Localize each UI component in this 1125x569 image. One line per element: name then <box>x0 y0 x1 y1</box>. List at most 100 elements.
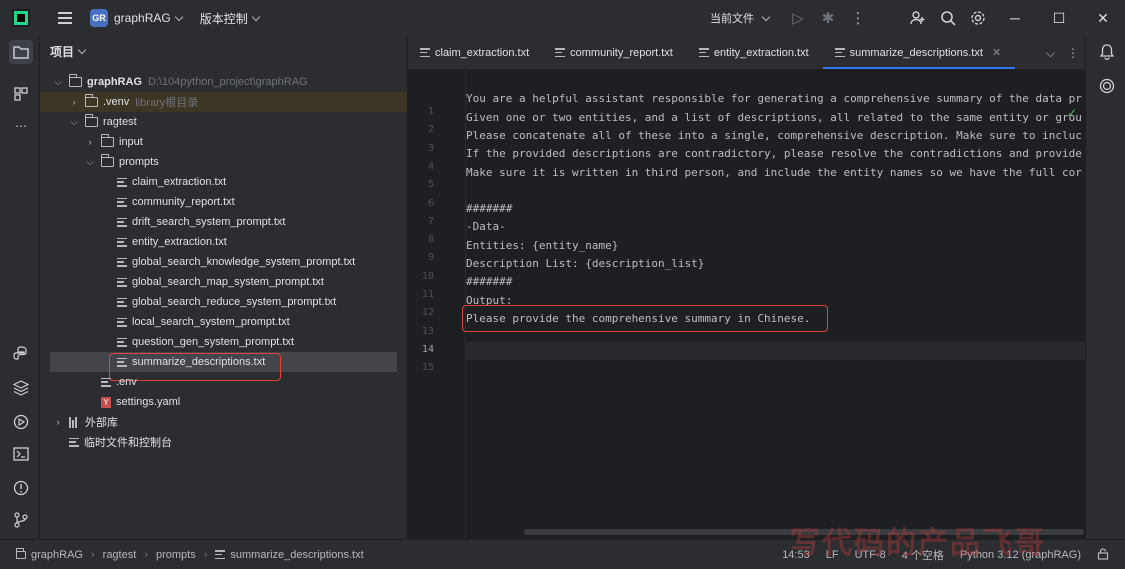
tree-item-label: 外部库 <box>85 417 118 429</box>
library-icon <box>69 416 80 428</box>
tab-claim-extraction[interactable]: claim_extraction.txt <box>408 36 543 69</box>
tree-item-file[interactable]: claim_extraction.txt <box>40 172 407 192</box>
chevron-down-icon[interactable] <box>251 12 260 21</box>
tree-item-file[interactable]: global_search_reduce_system_prompt.txt <box>40 292 407 312</box>
tabs-more-icon[interactable]: ⋮ <box>1067 46 1079 60</box>
chevron-down-icon[interactable] <box>761 12 771 21</box>
run-config-selector[interactable]: 当前文件 <box>710 10 754 26</box>
code-line[interactable]: Entities: {entity_name} <box>466 237 618 255</box>
line-number: 8 <box>427 234 434 246</box>
code-line[interactable]: You are a helpful assistant responsible … <box>466 90 1082 108</box>
project-badge[interactable]: GR <box>90 9 108 27</box>
tab-summarize-descriptions[interactable]: summarize_descriptions.txt ✕ <box>822 36 1016 69</box>
tree-item-settings-yaml[interactable]: Y settings.yaml <box>40 392 407 412</box>
text-file-icon <box>555 48 566 57</box>
tree-item-file[interactable]: community_report.txt <box>40 192 407 212</box>
main-menu-icon[interactable] <box>58 12 72 24</box>
vcs-menu[interactable]: 版本控制 <box>200 10 248 27</box>
tab-entity-extraction[interactable]: entity_extraction.txt <box>687 36 823 69</box>
folder-icon <box>68 74 82 87</box>
indent-setting[interactable]: 4 个空格 <box>902 547 944 563</box>
code-line[interactable]: ####### <box>466 273 512 291</box>
tree-item-ragtest[interactable]: ⌵ ragtest <box>40 112 407 132</box>
code-line[interactable]: If the provided descriptions are contrad… <box>466 145 1082 163</box>
tree-item-external-libraries[interactable]: › 外部库 <box>40 412 407 432</box>
tree-item-input[interactable]: › input <box>40 132 407 152</box>
tree-item-scratches[interactable]: 临时文件和控制台 <box>40 432 407 452</box>
close-tab-icon[interactable]: ✕ <box>992 46 1001 59</box>
breadcrumb-item[interactable]: ragtest <box>103 549 137 561</box>
folder-icon <box>100 134 114 147</box>
code-line[interactable]: Please concatenate all of these into a s… <box>466 127 1082 145</box>
scratches-icon <box>69 437 79 447</box>
code-line[interactable]: Description List: {description_list} <box>466 255 704 273</box>
project-tool-icon[interactable] <box>9 40 33 64</box>
tree-item-file[interactable]: global_search_map_system_prompt.txt <box>40 272 407 292</box>
project-panel-title[interactable]: 项目 <box>50 43 74 60</box>
chevron-right-icon[interactable]: › <box>85 137 95 147</box>
tree-item-file[interactable]: entity_extraction.txt <box>40 232 407 252</box>
chevron-down-icon[interactable]: ⌵ <box>85 157 95 167</box>
breadcrumb-separator: › <box>203 548 208 561</box>
notifications-bell-icon[interactable] <box>1095 40 1119 64</box>
highlight-box <box>462 305 828 332</box>
close-window-button[interactable]: ✕ <box>1081 0 1125 36</box>
text-file-icon <box>215 550 226 559</box>
tabs-dropdown-icon[interactable]: ⌵ <box>1046 46 1055 61</box>
structure-tool-icon[interactable] <box>9 82 33 106</box>
add-user-icon[interactable] <box>903 0 933 36</box>
search-icon[interactable] <box>933 0 963 36</box>
tree-item-label: graphRAG <box>87 76 142 88</box>
debug-icon[interactable]: ✱ <box>813 0 843 36</box>
code-line[interactable]: ####### <box>466 200 512 218</box>
more-tools-icon[interactable]: ⋯ <box>9 114 33 138</box>
breadcrumb-item[interactable]: graphRAG <box>15 547 83 561</box>
status-bar: graphRAG › ragtest › prompts › summarize… <box>0 539 1125 569</box>
breadcrumb-item[interactable]: prompts <box>156 549 196 561</box>
minimize-button[interactable]: ─ <box>993 0 1037 36</box>
terminal-icon[interactable] <box>9 442 33 466</box>
maximize-button[interactable]: ☐ <box>1037 0 1081 36</box>
chevron-right-icon[interactable]: › <box>53 417 63 427</box>
chevron-down-icon[interactable]: ⌵ <box>69 117 79 127</box>
tree-item-file[interactable]: local_search_system_prompt.txt <box>40 312 407 332</box>
project-name[interactable]: graphRAG <box>114 11 171 25</box>
run-icon[interactable]: ▷ <box>783 0 813 36</box>
code-line[interactable]: Make sure it is written in third person,… <box>466 164 1082 182</box>
tree-item-env[interactable]: .env <box>40 372 407 392</box>
git-branch-icon[interactable] <box>9 508 33 532</box>
ai-assistant-icon[interactable] <box>1095 74 1119 98</box>
text-file-icon <box>117 217 127 227</box>
chevron-down-icon[interactable]: ⌵ <box>53 77 63 87</box>
project-path-hint: D:\104python_project\graphRAG <box>148 76 308 88</box>
chevron-right-icon[interactable]: › <box>69 97 79 107</box>
tree-item-file[interactable]: question_gen_system_prompt.txt <box>40 332 407 352</box>
breadcrumb-item[interactable]: summarize_descriptions.txt <box>215 549 364 561</box>
tree-item-file[interactable]: drift_search_system_prompt.txt <box>40 212 407 232</box>
tree-item-graphrag[interactable]: ⌵ graphRAG D:\104python_project\graphRAG <box>40 72 407 92</box>
tree-item-label: .venv <box>103 96 130 108</box>
tree-item-prompts[interactable]: ⌵ prompts <box>40 152 407 172</box>
python-packages-icon[interactable] <box>9 376 33 400</box>
python-interpreter[interactable]: Python 3.12 (graphRAG) <box>960 549 1081 561</box>
caret-position[interactable]: 14:53 <box>782 549 810 561</box>
chevron-down-icon[interactable] <box>174 12 183 21</box>
tree-item-file[interactable]: global_search_knowledge_system_prompt.tx… <box>40 252 407 272</box>
settings-gear-icon[interactable] <box>963 0 993 36</box>
tab-label: entity_extraction.txt <box>713 46 809 59</box>
read-only-lock-icon[interactable] <box>1097 547 1109 563</box>
problems-icon[interactable] <box>9 476 33 500</box>
tab-community-report[interactable]: community_report.txt <box>543 36 687 69</box>
inspection-ok-icon[interactable]: ✓ <box>1067 106 1077 120</box>
line-separator[interactable]: LF <box>826 549 839 561</box>
python-console-icon[interactable] <box>9 342 33 366</box>
text-file-icon <box>698 48 709 57</box>
horizontal-scrollbar[interactable] <box>524 529 1084 535</box>
services-icon[interactable] <box>9 410 33 434</box>
tree-item-venv[interactable]: › .venv library根目录 <box>40 92 407 112</box>
more-vertical-icon[interactable]: ⋮ <box>843 0 873 36</box>
code-line[interactable]: -Data- <box>466 218 506 236</box>
chevron-down-icon[interactable] <box>77 45 87 54</box>
file-encoding[interactable]: UTF-8 <box>855 549 886 561</box>
code-line[interactable]: Given one or two entities, and a list of… <box>466 109 1082 127</box>
